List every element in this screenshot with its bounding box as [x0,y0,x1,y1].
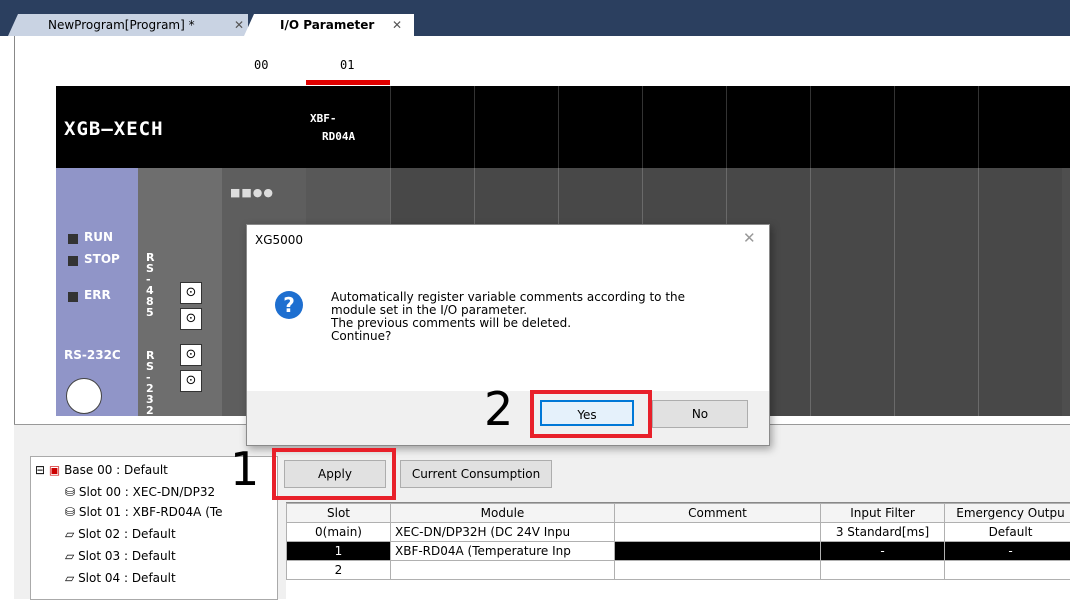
tree-item[interactable]: ⛁ Slot 01 : XBF-RD04A (Te [65,505,223,519]
emergency-output-cell[interactable]: Default [945,523,1070,542]
empty-slot-header [810,86,894,168]
module-label-line: RD04A [310,128,355,146]
led-icon [68,292,78,302]
port-label: RS-232C [64,348,121,362]
tree-root-label: Base 00 : Default [64,463,168,477]
slot-number: 00 [254,58,268,72]
collapse-icon[interactable]: ⊟ [35,463,45,477]
module-cell[interactable] [391,561,615,580]
column-header[interactable]: Input Filter [821,504,945,523]
slot-icon: ▱ [65,549,74,563]
tab-io-parameter[interactable]: I/O Parameter ✕ [244,14,414,36]
terminal-screw-icon: ⊙ [180,282,202,304]
tree-item-label: Slot 04 : Default [78,571,176,585]
tree-root[interactable]: ⊟ ▣ Base 00 : Default [35,463,168,477]
emergency-output-cell[interactable] [945,561,1070,580]
current-consumption-button[interactable]: Current Consumption [400,460,552,488]
input-filter-cell[interactable] [821,561,945,580]
empty-slot-header [474,86,558,168]
tree-item[interactable]: ⛁ Slot 00 : XEC-DN/DP32 [65,485,215,499]
module-icon: ⛁ [65,505,75,519]
led-label: ERR [84,288,111,302]
empty-slot-header [978,86,1062,168]
highlight-box-apply [272,448,396,500]
tab-label: NewProgram[Program] * [48,14,195,36]
empty-slot-header [558,86,642,168]
module-label-line: XBF- [310,110,355,128]
rs485-label: RS-485 [146,252,156,318]
slot-number: 01 [340,58,354,72]
empty-slot-header [642,86,726,168]
module-label: XBF- RD04A [310,110,355,146]
column-header[interactable]: Emergency Outpu [945,504,1070,523]
input-filter-cell[interactable]: 3 Standard[ms] [821,523,945,542]
comment-cell[interactable] [615,523,821,542]
module-cell[interactable]: XEC-DN/DP32H (DC 24V Inpu [391,523,615,542]
slot-cell[interactable]: 0(main) [287,523,391,542]
led-label: STOP [84,252,120,266]
question-icon: ? [275,291,303,319]
tree-item-label: Slot 01 : XBF-RD04A (Te [79,505,223,519]
no-button[interactable]: No [652,400,748,428]
selected-slot-indicator [306,80,390,85]
tree-item[interactable]: ▱ Slot 04 : Default [65,571,176,585]
column-header[interactable]: Comment [615,504,821,523]
tree-item[interactable]: ▱ Slot 02 : Default [65,527,176,541]
table-row[interactable]: 2 [287,561,1070,580]
input-filter-cell[interactable]: - [821,542,945,561]
close-icon[interactable]: ✕ [392,14,402,36]
slot-cell[interactable]: 2 [287,561,391,580]
status-led-icon: ■■●● [230,186,274,199]
slot-cell[interactable]: 1 [287,542,391,561]
tab-new-program[interactable]: NewProgram[Program] * ✕ [8,14,248,36]
tree-item-label: Slot 00 : XEC-DN/DP32 [79,485,215,499]
dialog-title: XG5000 [255,233,303,247]
close-icon[interactable]: ✕ [234,14,244,36]
led-icon [68,256,78,266]
empty-slot-header [390,86,474,168]
empty-slot[interactable] [978,168,1062,416]
terminal-screw-icon: ⊙ [180,370,202,392]
led-label: RUN [84,230,113,244]
terminal-screw-icon: ⊙ [180,344,202,366]
grid-header-row: Slot Module Comment Input Filter Emergen… [287,504,1070,523]
empty-slot[interactable] [810,168,894,416]
callout-number: 2 [484,386,513,432]
led-icon [68,234,78,244]
tab-label: I/O Parameter [280,14,374,36]
rs232-label: RS-232 [146,350,156,416]
comment-cell[interactable] [615,561,821,580]
tree-item[interactable]: ▱ Slot 03 : Default [65,549,176,563]
table-row[interactable]: 1 XBF-RD04A (Temperature Inp - - [287,542,1070,561]
dialog-message: Automatically register variable comments… [331,291,685,343]
callout-number: 1 [230,446,259,492]
table-row[interactable]: 0(main) XEC-DN/DP32H (DC 24V Inpu 3 Stan… [287,523,1070,542]
tree-item-label: Slot 03 : Default [78,549,176,563]
base-icon: ▣ [49,463,60,477]
module-icon: ⛁ [65,485,75,499]
cpu-logo: XGB—XECH [64,118,164,140]
terminal-screw-icon: ⊙ [180,308,202,330]
empty-slot-header [894,86,978,168]
module-cell[interactable]: XBF-RD04A (Temperature Inp [391,542,615,561]
slot-icon: ▱ [65,527,74,541]
empty-slot-header [726,86,810,168]
empty-slot[interactable] [894,168,978,416]
slot-icon: ▱ [65,571,74,585]
module-grid[interactable]: Slot Module Comment Input Filter Emergen… [286,502,1070,599]
din-port-icon [66,378,102,414]
column-header[interactable]: Module [391,504,615,523]
emergency-output-cell[interactable]: - [945,542,1070,561]
close-icon[interactable]: ✕ [743,229,756,247]
comment-cell[interactable] [615,542,821,561]
tree-item-label: Slot 02 : Default [78,527,176,541]
column-header[interactable]: Slot [287,504,391,523]
highlight-box-yes [530,390,652,438]
